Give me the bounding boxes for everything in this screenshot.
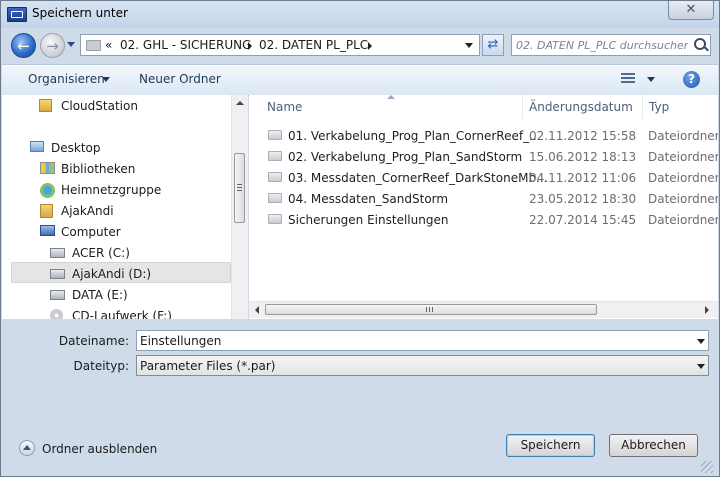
file-row[interactable]: 03. Messdaten_CornerReef_DarkStoneMb... …: [267, 168, 718, 188]
save-as-dialog: Speichern unter ✕ ← → « 02. GHL - SICHER…: [0, 0, 720, 477]
computer-icon: [40, 225, 55, 236]
file-list: Name Änderungsdatum Typ 01. Verkabelung_…: [249, 95, 718, 319]
filetype-value: Parameter Files (*.par): [140, 359, 276, 373]
scrollbar-thumb[interactable]: [234, 153, 245, 223]
file-name: 01. Verkabelung_Prog_Plan_CornerReef_...: [288, 129, 541, 143]
tree-item-label: Bibliotheken: [61, 162, 136, 176]
scroll-right-icon[interactable]: [705, 306, 709, 314]
file-name: 04. Messdaten_SandStorm: [288, 192, 449, 206]
search-input[interactable]: [516, 36, 688, 54]
folder-icon: [268, 151, 282, 161]
file-date: 15.06.2012 18:13: [529, 150, 637, 164]
chevron-down-icon[interactable]: [647, 77, 655, 82]
filetype-label: Dateityp:: [73, 359, 129, 373]
resize-grip-icon[interactable]: [701, 461, 713, 473]
forward-arrow-icon[interactable]: →: [40, 33, 65, 58]
folder-icon: [86, 40, 101, 51]
file-list-scrollbar[interactable]: [249, 301, 718, 318]
file-date: 23.05.2012 18:30: [529, 192, 637, 206]
breadcrumb-item[interactable]: 02. DATEN PL_PLC: [259, 38, 368, 52]
file-date: 22.07.2014 15:45: [529, 213, 637, 227]
address-dropdown-icon[interactable]: [465, 43, 473, 48]
column-header-date[interactable]: Änderungsdatum: [529, 100, 633, 114]
folder-icon: [268, 172, 282, 182]
tree-item-label: ACER (C:): [72, 246, 130, 260]
folder-icon: [268, 130, 282, 140]
save-button[interactable]: Speichern: [506, 434, 595, 457]
breadcrumb-overflow[interactable]: «: [105, 38, 112, 52]
column-header-type[interactable]: Typ: [649, 100, 669, 114]
search-icon[interactable]: [694, 38, 706, 50]
filename-label: Dateiname:: [58, 334, 129, 348]
command-toolbar: Organisieren Neuer Ordner ?: [2, 64, 718, 96]
hide-folders-button[interactable]: Ordner ausblenden: [42, 442, 157, 456]
sort-ascending-icon: [387, 95, 395, 99]
file-type: Dateiordner: [648, 150, 718, 164]
file-row[interactable]: Sicherungen Einstellungen 22.07.2014 15:…: [267, 210, 718, 230]
file-name: 03. Messdaten_CornerReef_DarkStoneMb...: [288, 171, 548, 185]
chevron-right-icon[interactable]: [248, 42, 252, 50]
hide-folders-icon[interactable]: [19, 440, 35, 456]
desktop-icon: [30, 141, 44, 152]
search-box[interactable]: [511, 34, 711, 56]
tree-item-label: DATA (E:): [72, 288, 128, 302]
drive-icon: [50, 290, 65, 300]
scroll-up-icon[interactable]: [236, 101, 244, 105]
filename-input[interactable]: [140, 332, 680, 349]
tree-item-label: Desktop: [51, 141, 101, 155]
filename-field[interactable]: [136, 330, 709, 351]
cd-drive-icon: [50, 309, 63, 319]
address-bar[interactable]: « 02. GHL - SICHERUNG 02. DATEN PL_PLC: [80, 34, 480, 56]
file-type: Dateiordner: [648, 129, 718, 143]
tree-item-label: AjakAndi: [61, 204, 114, 218]
homegroup-icon: [40, 183, 55, 198]
tree-item-label: CD-Laufwerk (F:): [72, 309, 172, 319]
organize-button[interactable]: Organisieren: [28, 72, 105, 86]
help-icon[interactable]: ?: [683, 71, 700, 88]
refresh-icon[interactable]: ⇄: [482, 34, 504, 56]
file-row[interactable]: 04. Messdaten_SandStorm 23.05.2012 18:30…: [267, 189, 718, 209]
breadcrumb-item[interactable]: 02. GHL - SICHERUNG: [120, 38, 251, 52]
folder-icon: [268, 214, 282, 224]
file-type: Dateiordner: [648, 213, 718, 227]
navigation-scrollbar[interactable]: [231, 95, 248, 319]
folder-icon: [268, 193, 282, 203]
file-row[interactable]: 01. Verkabelung_Prog_Plan_CornerReef_...…: [267, 126, 718, 146]
close-button[interactable]: ✕: [668, 1, 714, 20]
chevron-down-icon[interactable]: [697, 364, 705, 369]
scroll-left-icon[interactable]: [255, 306, 259, 314]
file-type: Dateiordner: [648, 171, 718, 185]
file-row[interactable]: 02. Verkabelung_Prog_Plan_SandStorm 15.0…: [267, 147, 718, 167]
file-date: 02.11.2012 15:58: [529, 129, 637, 143]
chevron-down-icon[interactable]: [102, 77, 110, 82]
chevron-right-icon[interactable]: [368, 42, 372, 50]
user-folder-icon: [40, 204, 53, 218]
filetype-select[interactable]: Parameter Files (*.par): [136, 355, 709, 376]
cancel-button[interactable]: Abbrechen: [609, 434, 698, 457]
back-arrow-icon[interactable]: ←: [11, 33, 36, 58]
file-name: 02. Verkabelung_Prog_Plan_SandStorm: [288, 150, 523, 164]
navigation-bar: ← → « 02. GHL - SICHERUNG 02. DATEN PL_P…: [1, 28, 719, 64]
drive-icon: [50, 269, 65, 279]
new-folder-button[interactable]: Neuer Ordner: [139, 72, 221, 86]
window-title: Speichern unter: [32, 6, 128, 20]
title-bar[interactable]: Speichern unter ✕: [1, 1, 719, 28]
recent-pages-dropdown-icon[interactable]: [67, 42, 75, 47]
app-icon: [7, 7, 27, 22]
view-options-icon[interactable]: [621, 73, 635, 85]
tree-item-label: Computer: [61, 225, 121, 239]
tree-item-label: AjakAndi (D:): [72, 267, 152, 281]
tree-item-label: CloudStation: [61, 99, 138, 113]
column-header-name[interactable]: Name: [267, 100, 302, 114]
file-date: 04.11.2012 11:06: [529, 171, 637, 185]
tree-item-label: Heimnetzgruppe: [61, 183, 162, 197]
drive-icon: [50, 248, 65, 258]
navigation-pane: CloudStation Desktop Bibliotheken Heimne…: [2, 95, 248, 319]
file-name: Sicherungen Einstellungen: [288, 213, 449, 227]
chevron-down-icon[interactable]: [697, 339, 705, 344]
cloudstation-folder-icon: [39, 99, 52, 112]
file-type: Dateiordner: [648, 192, 718, 206]
libraries-icon: [40, 162, 55, 174]
scrollbar-thumb[interactable]: [265, 304, 597, 315]
